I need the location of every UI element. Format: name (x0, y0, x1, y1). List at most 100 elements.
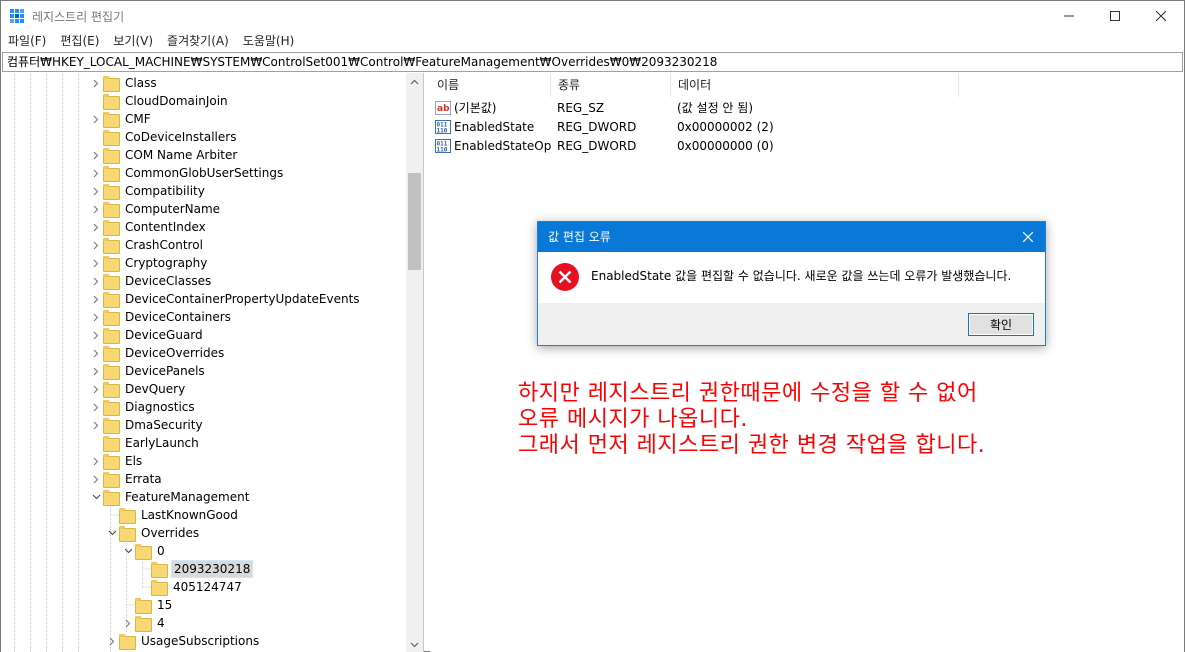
scroll-thumb[interactable] (408, 173, 421, 270)
chevron-right-icon[interactable] (89, 110, 103, 128)
maximize-button[interactable] (1092, 1, 1138, 31)
chevron-down-icon[interactable] (121, 542, 135, 560)
tree-item[interactable]: 0 (121, 542, 167, 560)
tree-scrollbar[interactable] (406, 73, 423, 652)
menu-edit[interactable]: 편집(E) (53, 31, 106, 51)
chevron-right-icon[interactable] (89, 398, 103, 416)
tree-item[interactable]: ContentIndex (89, 218, 208, 236)
chevron-right-icon[interactable] (89, 218, 103, 236)
close-button[interactable] (1138, 1, 1184, 31)
column-header-type[interactable]: 종류 (551, 73, 671, 97)
tree-pane[interactable]: Class CloudDomainJoin CMF CoDeviceInstaller… (1, 73, 424, 652)
menu-help[interactable]: 도움말(H) (236, 31, 302, 51)
tree-item[interactable]: ComputerName (89, 200, 222, 218)
tree-item-label: DeviceContainers (125, 310, 231, 324)
column-header-name[interactable]: 이름 (430, 73, 551, 97)
chevron-right-icon[interactable] (89, 236, 103, 254)
chevron-right-icon[interactable] (89, 308, 103, 326)
tree-item[interactable]: 2093230218 (137, 560, 254, 578)
tree-item[interactable]: Class (89, 74, 159, 92)
chevron-right-icon[interactable] (89, 452, 103, 470)
tree-item-label: ComputerName (125, 202, 221, 216)
scroll-up-button[interactable] (406, 73, 423, 90)
tree-item-label: DeviceContainerPropertyUpdateEvents (125, 292, 360, 306)
chevron-right-icon[interactable] (89, 380, 103, 398)
chevron-right-icon[interactable] (89, 200, 103, 218)
chevron-right-icon[interactable] (121, 614, 135, 632)
tree-item[interactable]: Compatibility (89, 182, 207, 200)
tree-item-label: Errata (125, 472, 162, 486)
menu-favorites[interactable]: 즐겨찾기(A) (160, 31, 236, 51)
value-row-enabledstate[interactable]: 011 110 EnabledState REG_DWORD 0x0000000… (430, 117, 971, 136)
chevron-right-icon[interactable] (89, 362, 103, 380)
chevron-right-icon[interactable] (89, 182, 103, 200)
chevron-right-icon[interactable] (89, 344, 103, 362)
tree-item[interactable]: DeviceGuard (89, 326, 205, 344)
chevron-right-icon[interactable] (89, 416, 103, 434)
tree-item[interactable]: CloudDomainJoin (89, 92, 230, 110)
tree-item[interactable]: 15 (121, 596, 174, 614)
tree-item-label: 2093230218 (171, 560, 254, 578)
dialog-close-button[interactable] (1011, 222, 1045, 252)
menu-file[interactable]: 파일(F) (1, 31, 53, 51)
tree-item-label: ContentIndex (125, 220, 206, 234)
maximize-icon (1110, 11, 1120, 21)
chevron-right-icon[interactable] (89, 326, 103, 344)
tree-item[interactable]: DevQuery (89, 380, 187, 398)
chevron-right-icon[interactable] (89, 74, 103, 92)
tree-item[interactable]: DevicePanels (89, 362, 207, 380)
folder-icon (103, 148, 120, 164)
ok-button[interactable]: 확인 (968, 313, 1034, 336)
tree-item[interactable]: EarlyLaunch (89, 434, 201, 452)
tree-item[interactable]: DeviceContainers (89, 308, 233, 326)
tree-item[interactable]: DeviceClasses (89, 272, 213, 290)
tree-item[interactable]: DmaSecurity (89, 416, 205, 434)
tree-item[interactable]: Els (89, 452, 144, 470)
dialog-title-bar: 값 편집 오류 (538, 222, 1045, 252)
menu-view[interactable]: 보기(V) (106, 31, 160, 51)
value-row-enabledstateoptions[interactable]: 011 110 EnabledStateOp... REG_DWORD 0x00… (430, 136, 971, 155)
chevron-right-icon[interactable] (89, 290, 103, 308)
tree-item[interactable]: LastKnownGood (105, 506, 240, 524)
tree-item[interactable]: DeviceOverrides (89, 344, 226, 362)
tree-item[interactable]: Overrides (105, 524, 201, 542)
minimize-button[interactable] (1046, 1, 1092, 31)
chevron-right-icon[interactable] (89, 272, 103, 290)
tree-item[interactable]: COM Name Arbiter (89, 146, 239, 164)
svg-text:110: 110 (437, 146, 448, 153)
tree-item-label: CloudDomainJoin (125, 94, 228, 108)
values-list-pane[interactable]: 이름 종류 데이터 ab (기본값) REG_SZ (값 설정 안 됨) 011… (430, 73, 1184, 652)
tree-item[interactable]: CMF (89, 110, 153, 128)
chevron-right-icon[interactable] (105, 632, 119, 650)
tree-item[interactable]: CoDeviceInstallers (89, 128, 238, 146)
tree-item[interactable]: UsageSubscriptions (105, 632, 261, 650)
tree-item[interactable]: DeviceContainerPropertyUpdateEvents (89, 290, 362, 308)
value-row-default[interactable]: ab (기본값) REG_SZ (값 설정 안 됨) (430, 98, 971, 117)
tree-item-label: CMF (125, 112, 151, 126)
tree-item[interactable]: Cryptography (89, 254, 209, 272)
tree-item[interactable]: Errata (89, 470, 164, 488)
column-header-data[interactable]: 데이터 (671, 73, 959, 97)
folder-icon (103, 76, 120, 92)
chevron-down-icon[interactable] (89, 488, 103, 506)
tree-item-label: FeatureManagement (125, 490, 250, 504)
chevron-right-icon[interactable] (89, 146, 103, 164)
tree-item[interactable]: FeatureManagement (89, 488, 251, 506)
scroll-down-button[interactable] (406, 636, 423, 652)
folder-icon (103, 346, 120, 362)
chevron-right-icon[interactable] (89, 164, 103, 182)
tree-item[interactable]: CommonGlobUserSettings (89, 164, 285, 182)
chevron-right-icon[interactable] (89, 254, 103, 272)
tree-item[interactable]: 405124747 (137, 578, 244, 596)
chevron-right-icon[interactable] (89, 470, 103, 488)
chevron-down-icon[interactable] (105, 524, 119, 542)
folder-icon (151, 562, 168, 578)
tree-item-label: CommonGlobUserSettings (125, 166, 284, 180)
tree-item-label: 15 (157, 598, 173, 612)
tree-item[interactable]: 4 (121, 614, 167, 632)
folder-icon (119, 634, 136, 650)
address-bar[interactable]: 컴퓨터₩HKEY_LOCAL_MACHINE₩SYSTEM₩ControlSet… (2, 52, 1183, 72)
tree-item[interactable]: CrashControl (89, 236, 205, 254)
tree-item-label: DeviceClasses (125, 274, 212, 288)
tree-item[interactable]: Diagnostics (89, 398, 197, 416)
